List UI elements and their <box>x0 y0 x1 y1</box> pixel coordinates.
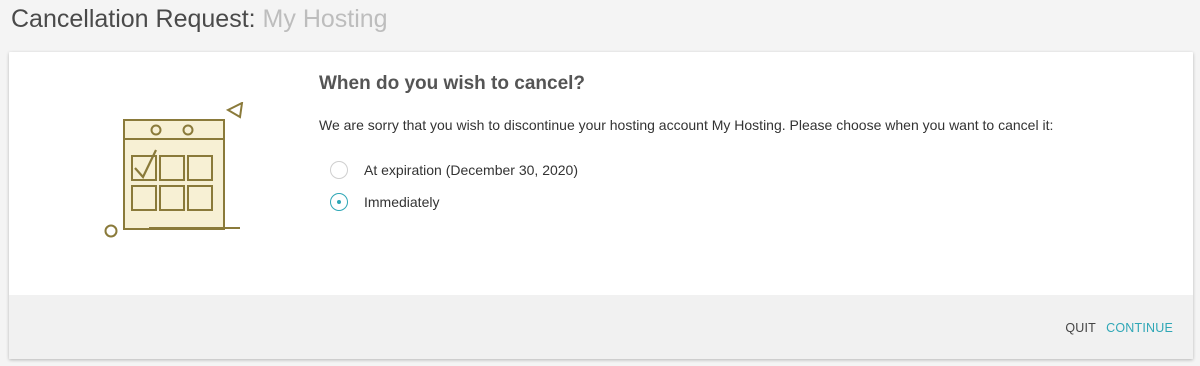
option-label: Immediately <box>364 194 440 210</box>
continue-button[interactable]: CONTINUE <box>1106 321 1173 335</box>
option-immediately[interactable]: Immediately <box>319 186 1179 218</box>
question-heading: When do you wish to cancel? <box>319 73 586 94</box>
radio-immediately[interactable] <box>330 193 348 211</box>
description-text: We are sorry that you wish to discontinu… <box>319 117 1054 133</box>
page-title: Cancellation Request: My Hosting <box>11 3 388 39</box>
page-title-account: My Hosting <box>262 5 388 33</box>
quit-button[interactable]: QUIT <box>1065 321 1096 335</box>
card-footer: QUIT CONTINUE <box>9 295 1193 359</box>
cancel-form: When do you wish to cancel? We are sorry… <box>319 70 1179 218</box>
cancel-options: At expiration (December 30, 2020) Immedi… <box>319 154 1179 218</box>
calendar-check-icon <box>104 102 244 238</box>
option-label: At expiration (December 30, 2020) <box>364 162 578 178</box>
option-at-expiration[interactable]: At expiration (December 30, 2020) <box>319 154 1179 186</box>
radio-at-expiration[interactable] <box>330 161 348 179</box>
page-title-main: Cancellation Request: <box>11 5 256 33</box>
cancellation-card: When do you wish to cancel? We are sorry… <box>9 52 1193 359</box>
